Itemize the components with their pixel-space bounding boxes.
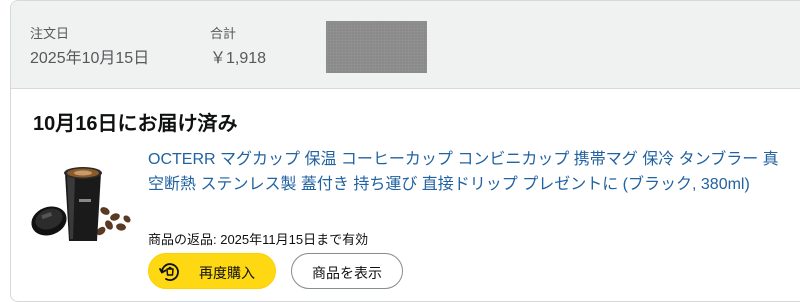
order-total-value: ￥1,918 [210, 50, 267, 67]
product-image[interactable] [27, 159, 137, 247]
buy-again-button[interactable]: 再度購入 [148, 253, 276, 289]
order-total-label: 合計 [210, 26, 237, 41]
order-card: 注文日 2025年10月15日 合計 ￥1,918 10月16日にお届け済み O… [10, 0, 800, 302]
view-item-label: 商品を表示 [312, 265, 382, 281]
delivery-status: 10月16日にお届け済み [33, 113, 238, 135]
return-policy-text: 商品の返品: 2025年11月15日まで有効 [148, 232, 369, 247]
order-header: 注文日 2025年10月15日 合計 ￥1,918 [11, 1, 800, 89]
buy-again-icon [159, 263, 179, 281]
order-date-value: 2025年10月15日 [30, 50, 150, 67]
order-date-label: 注文日 [30, 26, 70, 41]
view-item-button[interactable]: 商品を表示 [291, 253, 403, 289]
buy-again-label: 再度購入 [199, 265, 255, 281]
product-title-link[interactable]: OCTERR マグカップ 保温 コーヒーカップ コンビニカップ 携帯マグ 保冷 … [148, 147, 788, 197]
redacted-block [326, 21, 427, 73]
